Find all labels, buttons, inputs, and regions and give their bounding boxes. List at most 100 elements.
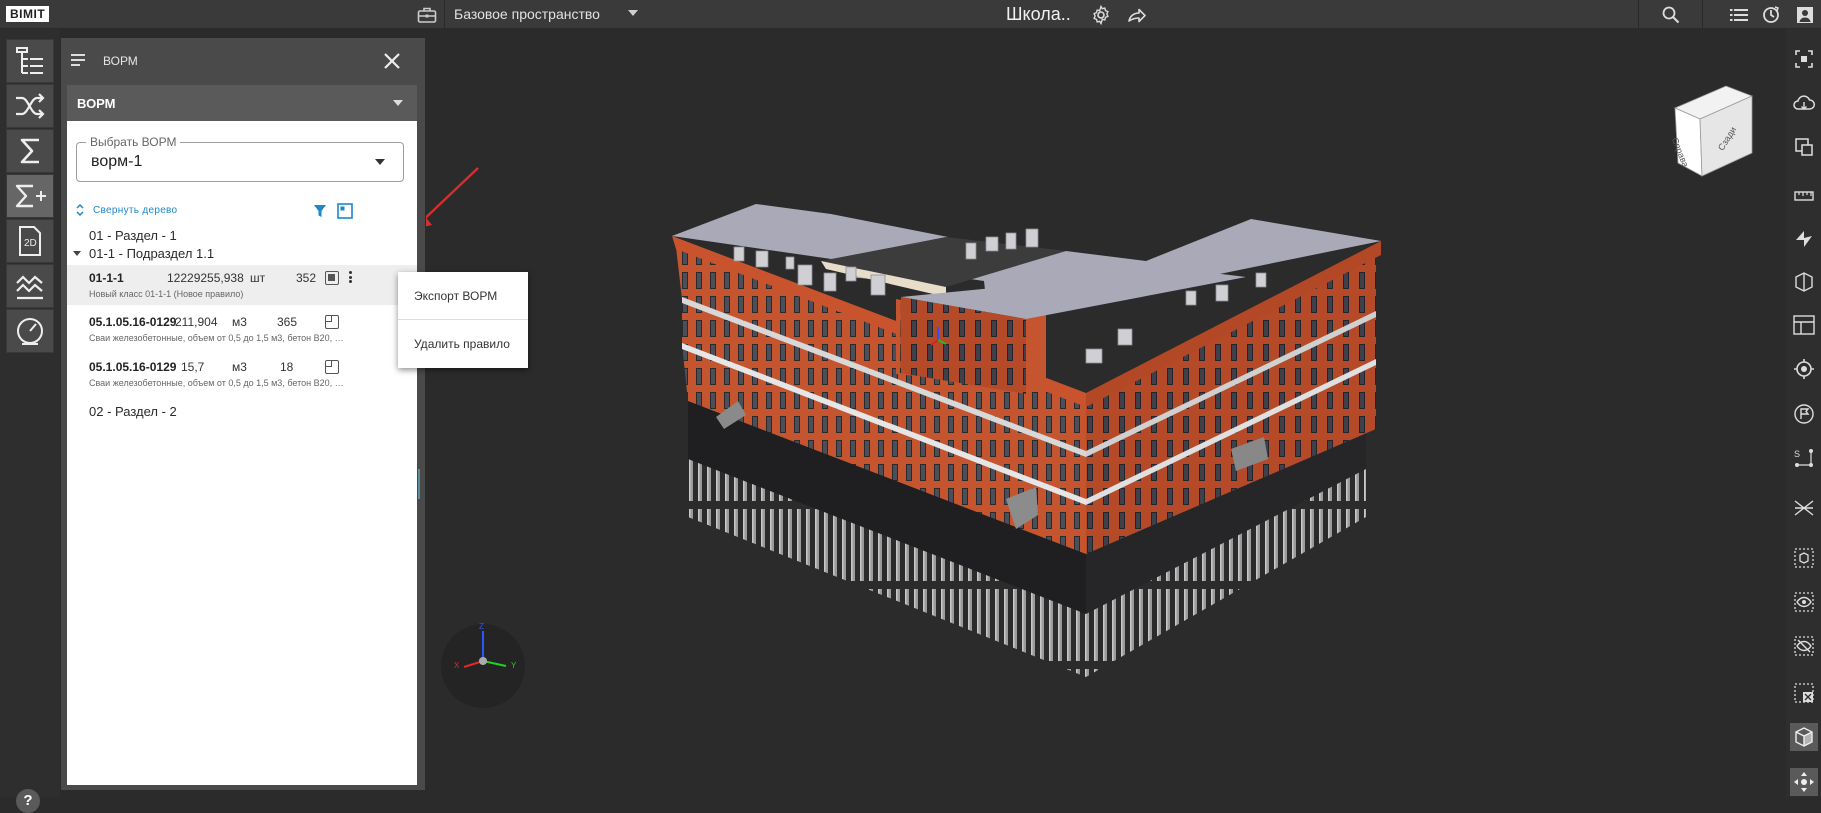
shuffle-icon xyxy=(16,93,45,119)
row-description: Сваи железобетонные, объем от 0,5 до 1,5… xyxy=(89,378,345,388)
row-value: 211,904 xyxy=(175,315,218,329)
project-title: Школа.. xyxy=(1006,4,1071,24)
vorm-button[interactable] xyxy=(6,174,54,218)
filter-icon[interactable] xyxy=(313,204,327,218)
vorm-panel: ВОРМ ВОРМ Выбрать ВОРМ ворм-1 Свернуть д… xyxy=(61,38,425,790)
chevron-down-icon xyxy=(393,100,403,106)
briefcase-icon[interactable] xyxy=(416,4,438,26)
2d-sheet-icon: 2D xyxy=(19,226,41,256)
tree-section-1[interactable]: 01 - Раздел - 1 xyxy=(89,228,177,243)
sum-button[interactable] xyxy=(6,129,54,173)
collapse-tree-link[interactable]: Свернуть дерево xyxy=(93,205,177,216)
charts-button[interactable] xyxy=(6,264,54,308)
tree-structure-icon xyxy=(16,47,43,74)
row-code: 05.1.05.16-0129 xyxy=(89,315,177,329)
list-icon[interactable] xyxy=(1728,4,1750,26)
panel-resize-handle[interactable] xyxy=(418,469,420,499)
row-count: 352 xyxy=(296,271,317,285)
transparency-cube-icon[interactable] xyxy=(1790,723,1818,751)
share-icon[interactable] xyxy=(1126,4,1148,26)
tree-row[interactable]: 05.1.05.16-0129 15,7 м3 18 Сваи железобе… xyxy=(67,354,417,394)
app-logo[interactable]: BIMIT xyxy=(6,6,50,22)
user-account-icon[interactable] xyxy=(1794,4,1816,26)
chevron-down-icon[interactable] xyxy=(73,251,81,256)
shuffle-button[interactable] xyxy=(6,84,54,128)
frame-icon[interactable] xyxy=(337,203,353,219)
row-value: 15,7 xyxy=(181,360,205,374)
more-vertical-icon[interactable] xyxy=(347,270,353,286)
vorm-select-legend: Выбрать ВОРМ xyxy=(86,135,181,149)
close-icon[interactable] xyxy=(381,50,403,72)
row-description: Сваи железобетонные, объем от 0,5 до 1,5… xyxy=(89,333,345,343)
axis-x-label: X xyxy=(454,661,460,670)
left-toolbar: 2D ? xyxy=(0,29,60,813)
orbit-icon[interactable] xyxy=(1790,768,1818,796)
isolate-icon[interactable] xyxy=(1790,544,1818,572)
hide-selected-icon[interactable] xyxy=(1790,679,1818,707)
sigma-plus-icon xyxy=(15,184,46,208)
toolbar-divider xyxy=(444,0,445,29)
show-eye-icon[interactable] xyxy=(1790,588,1818,616)
row-highlight-icon[interactable] xyxy=(325,315,339,329)
gauge-icon xyxy=(17,318,43,345)
row-code: 05.1.05.16-0129 xyxy=(89,360,177,374)
section-plane-icon[interactable] xyxy=(1790,225,1818,253)
toolbar-divider xyxy=(1702,0,1703,29)
row-context-menu: Экспорт ВОРМ Удалить правило xyxy=(398,272,528,368)
tree-subsection-1-1[interactable]: 01-1 - Подраздел 1.1 xyxy=(89,246,214,261)
export-vorm-menu-item[interactable]: Экспорт ВОРМ xyxy=(398,274,528,318)
svg-text:S: S xyxy=(1794,449,1800,459)
cloud-icon[interactable] xyxy=(1790,89,1818,117)
row-count: 365 xyxy=(277,315,298,329)
row-highlight-icon[interactable] xyxy=(325,271,339,285)
chevron-down-icon[interactable] xyxy=(628,10,638,16)
dashboard-button[interactable] xyxy=(6,309,54,353)
axis-y-label: Y xyxy=(511,661,517,670)
row-value: 12229255,938 xyxy=(167,271,244,285)
grid-snap-icon[interactable]: S xyxy=(1790,444,1818,472)
clash-icon[interactable] xyxy=(1790,494,1818,522)
collapse-tree-icon[interactable] xyxy=(75,203,85,217)
help-button[interactable]: ? xyxy=(16,789,40,813)
floor-plan-icon[interactable] xyxy=(1790,311,1818,339)
tree-row[interactable]: 05.1.05.16-0129 211,904 м3 365 Сваи желе… xyxy=(67,309,417,349)
ruler-icon[interactable] xyxy=(1790,182,1818,210)
vorm-select-value: ворм-1 xyxy=(91,153,143,170)
toolbar-divider xyxy=(1638,0,1639,29)
vorm-select[interactable]: Выбрать ВОРМ ворм-1 xyxy=(76,135,404,182)
row-unit: м3 xyxy=(232,360,247,374)
row-code: 01-1-1 xyxy=(89,271,124,285)
building-model[interactable] xyxy=(414,29,1786,797)
search-icon[interactable] xyxy=(1660,4,1682,26)
axis-z-label: Z xyxy=(479,622,484,631)
chevron-down-icon xyxy=(375,159,385,165)
top-bar: BIMIT Базовое пространство Школа.. xyxy=(0,0,1821,29)
fit-view-icon[interactable] xyxy=(1790,45,1818,73)
section-label: ВОРМ xyxy=(77,96,116,111)
waves-chart-icon xyxy=(16,275,43,300)
panel-header: ВОРМ xyxy=(61,38,425,84)
target-icon[interactable] xyxy=(1790,355,1818,383)
section-box-icon[interactable] xyxy=(1790,268,1818,296)
tree-row[interactable]: 01-1-1 12229255,938 шт 352 Новый класс 0… xyxy=(67,265,417,305)
row-highlight-icon[interactable] xyxy=(325,360,339,374)
flag-icon[interactable] xyxy=(1790,400,1818,428)
hide-eye-icon[interactable] xyxy=(1790,632,1818,660)
sync-icon[interactable] xyxy=(1760,4,1782,26)
space-selector[interactable]: Базовое пространство xyxy=(454,0,600,29)
sigma-icon xyxy=(20,138,39,164)
object-select-icon[interactable] xyxy=(1790,133,1818,161)
gear-icon[interactable] xyxy=(1090,4,1112,26)
3d-viewport[interactable]: X Y Z Справа Сзади xyxy=(414,29,1786,797)
drawings-2d-button[interactable]: 2D xyxy=(6,219,54,263)
row-unit: шт xyxy=(250,271,266,285)
panel-body: ВОРМ Выбрать ВОРМ ворм-1 Свернуть дерево… xyxy=(67,85,417,785)
menu-divider xyxy=(398,319,528,320)
model-tree-button[interactable] xyxy=(6,39,54,83)
menu-icon[interactable] xyxy=(71,52,89,68)
tree-section-2[interactable]: 02 - Раздел - 2 xyxy=(89,404,177,419)
vorm-section-toggle[interactable]: ВОРМ xyxy=(67,85,417,121)
delete-rule-menu-item[interactable]: Удалить правило xyxy=(398,322,528,366)
svg-text:2D: 2D xyxy=(24,238,37,249)
row-count: 18 xyxy=(280,360,294,374)
